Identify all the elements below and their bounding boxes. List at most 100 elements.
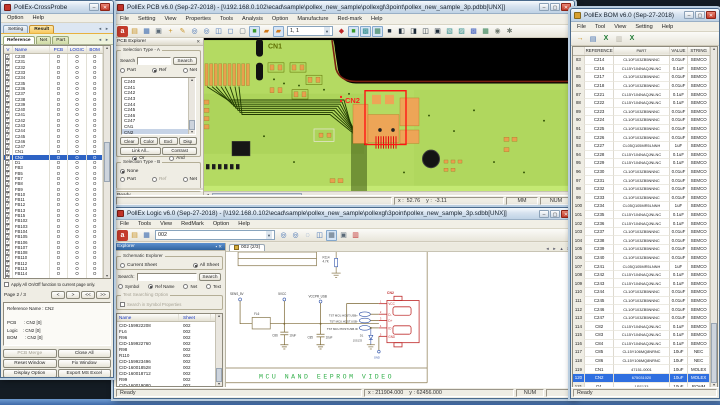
list-scrollbar[interactable]: ▲ ▼ — [188, 78, 195, 134]
table-row[interactable]: 109 C243 CL15Y104NAQJNLNC 0.1uF SEMCO — [573, 279, 710, 289]
menu-item[interactable]: File — [119, 220, 130, 228]
menu-item[interactable]: Setting — [634, 23, 653, 31]
menu-item[interactable]: Help — [370, 15, 384, 23]
table-row[interactable]: 116 C84 CL15Y104NAQJNLNC 0.1uF SEMCO — [573, 339, 710, 349]
table-row[interactable]: 99 C233 CL10F103ZB5NNNC 0.01uF SEMCO — [573, 193, 710, 203]
filter-icon[interactable]: ◆ — [336, 26, 347, 37]
table-row[interactable]: 83 C214 CL10F103ZB5NNNC 0.01uF SEMCO — [573, 56, 710, 65]
menu-item[interactable]: File — [119, 15, 130, 23]
table-row[interactable]: 118 C86 CL15Y106MQ8NRNC 10uF NEC — [573, 356, 710, 366]
zoom-fit-icon[interactable]: ◻ — [225, 26, 236, 37]
menu-item[interactable]: Setting — [137, 15, 156, 23]
table-row[interactable]: ✓ FB115 O O O — [4, 276, 103, 278]
radio-option[interactable]: None — [120, 169, 138, 174]
table-row[interactable]: 90 C224 CL10F103ZB5NNNC 0.01uF SEMCO — [573, 116, 710, 125]
board-dark5-icon[interactable]: ▣ — [432, 26, 443, 37]
excel-open-icon[interactable]: X — [626, 33, 638, 45]
app-icon[interactable]: a — [117, 229, 128, 241]
menu-item[interactable]: Help — [31, 14, 45, 22]
table-row[interactable]: 85 C217 CL10F103ZB5NNNC 0.01uF SEMCO — [573, 73, 710, 82]
pick-icon[interactable]: ✎ — [177, 26, 188, 37]
table-row[interactable]: R96 002 — [117, 334, 215, 340]
pager-button[interactable]: << — [81, 291, 95, 299]
net-view-icon[interactable]: ▧ — [444, 26, 455, 37]
exit-icon[interactable]: → — [574, 33, 586, 45]
menu-item[interactable]: Red-mark — [336, 15, 363, 23]
radio-option[interactable]: Ref — [151, 177, 166, 182]
pcb-titlebar[interactable]: PollEx PCB v6.0 (Sep-27-2018) - [\\192.1… — [114, 1, 574, 14]
sheet-tab[interactable]: 002 (2/3) — [229, 244, 266, 251]
table-row[interactable]: CID-160019080 002 — [117, 383, 215, 386]
maximize-button[interactable]: ▢ — [550, 3, 560, 11]
radio-option[interactable]: Current Sheet — [120, 263, 157, 268]
menu-item[interactable]: Option — [6, 14, 24, 22]
photo-icon[interactable]: ◉ — [492, 26, 503, 37]
table-row[interactable]: 92 C226 CL10F103ZB5NNNC 0.01uF SEMCO — [573, 133, 710, 142]
crossprobe-table[interactable]: V Name PCB LOGIC BOM ✓ C230 O O O ✓ C231… — [3, 45, 111, 279]
column-header-value[interactable]: VALUE — [669, 47, 689, 55]
layer-top-icon[interactable]: ■ — [348, 25, 359, 37]
list-item[interactable]: CN2 — [122, 129, 188, 134]
save-icon[interactable]: ▦ — [141, 230, 152, 241]
column-header-reference[interactable]: REFERENCE — [584, 47, 615, 55]
table-row[interactable]: 115 C83 CL15Y104NAQJNLNC 0.1uF SEMCO — [573, 331, 710, 340]
search-input[interactable] — [136, 273, 197, 281]
print-icon[interactable]: ▣ — [153, 26, 164, 37]
close-button[interactable]: ✕ — [706, 11, 716, 19]
menu-item[interactable]: View — [613, 23, 627, 31]
bom-table[interactable]: REFERENCE PART VALUE STRING 83 C214 CL10… — [572, 46, 718, 388]
minimize-button[interactable]: – — [684, 11, 694, 19]
table-row[interactable]: 95 C229 CL15Y104NAQJNLNC 0.1uF SEMCO — [573, 159, 710, 168]
open-icon[interactable]: ▤ — [129, 26, 140, 37]
radio-option[interactable]: Ref — [151, 68, 166, 73]
close-icon[interactable]: ▪ ✕ — [216, 244, 222, 250]
grid-icon[interactable]: ▦ — [326, 229, 337, 241]
table-row[interactable]: R99 002 — [117, 377, 215, 383]
table-row[interactable]: 97 C231 CL10F103ZB5NNNC 0.01uF SEMCO — [573, 176, 710, 185]
table-row[interactable]: 106 C240 CL10F103ZB5NNNC 0.01uF SEMCO — [573, 253, 710, 263]
radio-option[interactable]: Net — [183, 284, 197, 289]
radio-option[interactable]: Part — [120, 177, 136, 182]
crossprobe-button[interactable]: Close All — [57, 349, 111, 358]
table-row[interactable]: 102 C236 CL15Y104NAQJNLNC 0.1uF SEMCO — [573, 219, 710, 228]
radio-option[interactable]: And — [169, 156, 185, 161]
column-header-pcb[interactable]: PCB — [50, 46, 68, 53]
zoom-out-icon[interactable]: ◎ — [290, 230, 301, 241]
menu-item[interactable]: View — [163, 15, 177, 23]
board-dark2-icon[interactable]: ◧ — [396, 26, 407, 37]
table-row[interactable]: 119 CN1 47151-0001 10uF MOLEX — [573, 365, 710, 374]
minimize-button[interactable]: – — [539, 209, 549, 218]
table-row[interactable]: 104 C238 CL10F103ZB5NNNC 0.01uF SEMCO — [573, 236, 710, 246]
bom-scrollbar[interactable]: ▲ ▼ — [710, 47, 717, 387]
logic-titlebar[interactable]: PollEx Logic v6.0 (Sep-27-2018) - [\\192… — [114, 208, 574, 220]
pager-button[interactable]: > — [66, 291, 80, 299]
minimize-button[interactable]: – — [539, 3, 549, 11]
crossprobe-button[interactable]: PCB Merge — [3, 349, 57, 358]
table-row[interactable]: CID-160018528 002 — [117, 365, 215, 371]
action-button[interactable]: Excl — [159, 137, 178, 145]
maximize-button[interactable]: ▢ — [695, 11, 705, 19]
table-row[interactable]: CID-159923496 002 — [117, 359, 215, 365]
menu-item[interactable]: Help — [237, 220, 251, 228]
table-row[interactable]: 84 C216 CL15Y104NAQJNLNC 0.1uF SEMCO — [573, 64, 710, 74]
crossprobe-button[interactable]: Display Option — [3, 369, 57, 377]
tab-scroll-icons[interactable]: ◄ ► — [98, 37, 110, 42]
layer-combo[interactable]: 1, 1 ▼ — [287, 26, 333, 36]
radio-option[interactable]: Net — [182, 68, 197, 73]
measure-icon[interactable]: + — [165, 26, 176, 37]
table-row[interactable]: FL6 002 — [117, 328, 215, 334]
menu-item[interactable]: Properties — [184, 15, 212, 23]
export-icon[interactable]: ▤ — [587, 33, 599, 45]
column-header-string[interactable]: STRING — [688, 47, 710, 55]
zoom-in-icon[interactable]: ◎ — [278, 230, 289, 241]
table-row[interactable]: CID-159922208 002 — [117, 322, 215, 328]
minimize-button[interactable]: – — [89, 3, 99, 11]
table-scrollbar[interactable]: ▲ ▼ — [215, 314, 222, 386]
contrast-button[interactable]: Contrast — [162, 146, 197, 155]
zoom-window-icon[interactable]: ◫ — [314, 230, 325, 241]
board-dark3-icon[interactable]: ◨ — [408, 26, 419, 37]
symbol-properties-checkbox[interactable] — [120, 302, 125, 307]
dfm-icon[interactable]: ▦ — [480, 26, 491, 37]
action-button[interactable]: Disp — [178, 137, 197, 145]
menu-item[interactable]: File — [576, 23, 587, 31]
